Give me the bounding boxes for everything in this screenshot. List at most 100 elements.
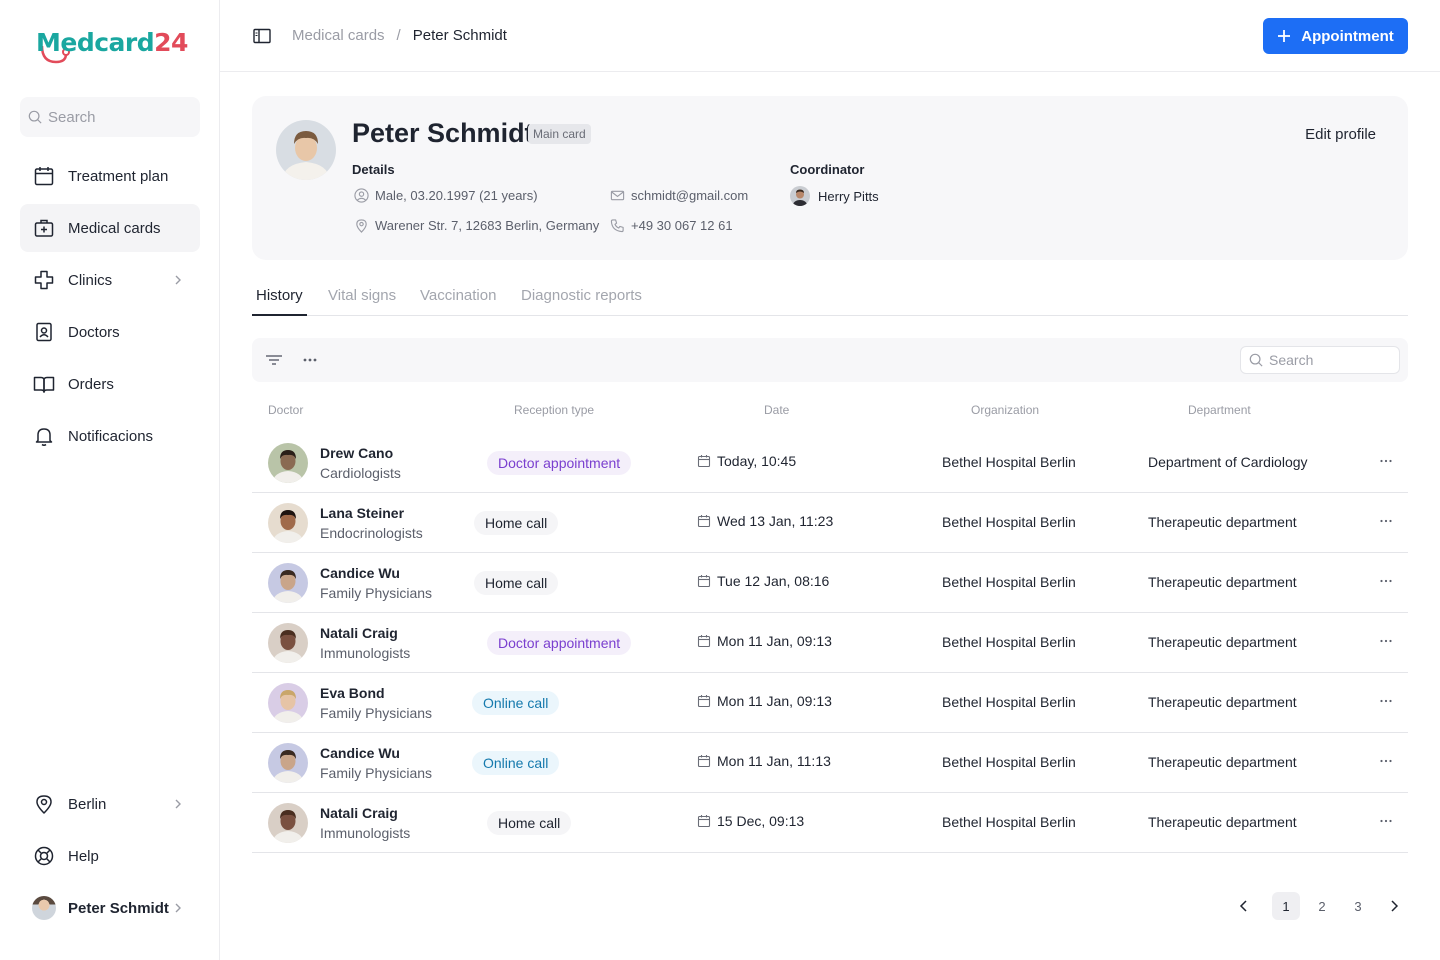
table-row[interactable]: Lana Steiner Endocrinologists Home call Wed… <box>252 493 1408 553</box>
sidebar-item-location[interactable]: Berlin <box>20 780 200 828</box>
row-more-icon[interactable] <box>1378 813 1394 832</box>
doctor-name[interactable]: Lana Steiner <box>320 505 404 521</box>
column-department[interactable]: Department <box>1188 403 1251 417</box>
row-more-icon[interactable] <box>1378 453 1394 472</box>
column-doctor[interactable]: Doctor <box>268 403 303 417</box>
doctor-name[interactable]: Candice Wu <box>320 565 400 581</box>
page-3[interactable]: 3 <box>1344 892 1372 920</box>
sidebar-item-user-profile[interactable]: Peter Schmidt <box>20 884 200 932</box>
doctor-name[interactable]: Natali Craig <box>320 805 398 821</box>
table-row[interactable]: Natali Craig Immunologists Home call 15 Dec… <box>252 793 1408 853</box>
edit-profile-button[interactable]: Edit profile <box>1305 126 1376 143</box>
sidebar-item-label: Help <box>68 847 99 865</box>
calendar-icon <box>697 815 711 828</box>
sidebar-item-treatment-plan[interactable]: Treatment plan <box>20 152 200 200</box>
badge-icon <box>32 320 56 344</box>
row-more-icon[interactable] <box>1378 753 1394 772</box>
table-row[interactable]: Eva Bond Family Physicians Online call Mon … <box>252 673 1408 733</box>
doctor-name[interactable]: Eva Bond <box>320 685 385 701</box>
table-row[interactable]: Candice Wu Family Physicians Online call Mo… <box>252 733 1408 793</box>
sidebar-item-medical-cards[interactable]: Medical cards <box>20 204 200 252</box>
date-text: Mon 11 Jan, 09:13 <box>717 693 832 709</box>
coordinator[interactable]: Herry Pitts <box>790 186 879 206</box>
column-reception-type[interactable]: Reception type <box>514 403 594 417</box>
calendar-icon <box>697 635 711 648</box>
column-date[interactable]: Date <box>764 403 789 417</box>
sidebar-item-orders[interactable]: Orders <box>20 360 200 408</box>
date-text: Today, 10:45 <box>717 453 797 469</box>
calendar-icon <box>32 164 56 188</box>
sidebar-item-label: Berlin <box>68 795 107 813</box>
sidebar-search[interactable] <box>20 97 200 137</box>
appointment-date: Today, 10:45 <box>697 453 796 469</box>
doctor-avatar <box>268 563 308 603</box>
table-row[interactable]: Candice Wu Family Physicians Home call Tue … <box>252 553 1408 613</box>
doctor-specialty: Cardiologists <box>320 465 401 481</box>
sidebar-toggle-icon[interactable] <box>252 26 272 49</box>
doctor-name[interactable]: Candice Wu <box>320 745 400 761</box>
more-options-icon[interactable] <box>300 350 320 373</box>
appointment-date: Mon 11 Jan, 09:13 <box>697 633 832 649</box>
filter-icon[interactable] <box>264 350 284 373</box>
appointment-button-label: Appointment <box>1301 27 1394 45</box>
page-2[interactable]: 2 <box>1308 892 1336 920</box>
patient-avatar <box>276 120 336 180</box>
gender-dob-text: Male, 03.20.1997 (21 years) <box>375 188 538 203</box>
patient-email[interactable]: schmidt@gmail.com <box>610 188 748 203</box>
search-icon <box>1249 353 1263 367</box>
mail-icon <box>610 190 625 201</box>
page-1[interactable]: 1 <box>1272 892 1300 920</box>
history-search[interactable] <box>1240 346 1400 374</box>
row-more-icon[interactable] <box>1378 573 1394 592</box>
reception-type-badge: Home call <box>474 511 559 535</box>
doctor-name[interactable]: Natali Craig <box>320 625 398 641</box>
sidebar-item-doctors[interactable]: Doctors <box>20 308 200 356</box>
patient-address: Warener Str. 7, 12683 Berlin, Germany <box>354 218 599 233</box>
prev-page-icon[interactable] <box>1230 892 1258 920</box>
row-more-icon[interactable] <box>1378 513 1394 532</box>
patient-phone[interactable]: +49 30 067 12 61 <box>610 218 733 233</box>
row-more-icon[interactable] <box>1378 693 1394 712</box>
email-text: schmidt@gmail.com <box>631 188 749 203</box>
tab-diagnostic-reports[interactable]: Diagnostic reports <box>517 287 646 316</box>
tab-vaccination[interactable]: Vaccination <box>416 287 500 316</box>
location-icon <box>356 219 367 233</box>
sidebar: Medcard24 Treatment plan Medical cards C… <box>0 0 220 960</box>
date-text: Mon 11 Jan, 09:13 <box>717 633 832 649</box>
sidebar-item-notifications[interactable]: Notificacions <box>20 412 200 460</box>
doctor-specialty: Immunologists <box>320 645 411 661</box>
tab-vital-signs[interactable]: Vital signs <box>324 287 400 316</box>
table-header: Doctor Reception type Date Organization … <box>252 400 1408 420</box>
sidebar-item-clinics[interactable]: Clinics <box>20 256 200 304</box>
logo-edcard: edcard <box>60 28 155 57</box>
sidebar-nav: Treatment plan Medical cards Clinics Doc… <box>20 152 200 464</box>
tab-history[interactable]: History <box>252 287 307 316</box>
pagination: 1 2 3 <box>1222 892 1408 920</box>
table-row[interactable]: Drew Cano Cardiologists Doctor appointment… <box>252 433 1408 493</box>
appointment-date: Mon 11 Jan, 11:13 <box>697 753 831 769</box>
phone-text: +49 30 067 12 61 <box>631 218 733 233</box>
topbar: Medical cards / Peter Schmidt Appointmen… <box>220 0 1440 72</box>
breadcrumb-medical-cards[interactable]: Medical cards <box>292 27 385 44</box>
sidebar-item-help[interactable]: Help <box>20 832 200 880</box>
medcard24-logo[interactable]: Medcard24 <box>36 26 188 70</box>
logo-24: 24 <box>154 28 188 57</box>
column-organization[interactable]: Organization <box>971 403 1039 417</box>
table-row[interactable]: Natali Craig Immunologists Doctor appointm… <box>252 613 1408 673</box>
history-search-input[interactable] <box>1269 352 1389 368</box>
doctor-avatar <box>268 803 308 843</box>
date-text: Wed 13 Jan, 11:23 <box>717 513 834 529</box>
row-more-icon[interactable] <box>1378 633 1394 652</box>
sidebar-item-label: Peter Schmidt <box>68 899 169 917</box>
sidebar-item-label: Doctors <box>68 323 120 341</box>
reception-type-badge: Online call <box>472 691 560 715</box>
coordinator-label: Coordinator <box>790 162 865 177</box>
sidebar-search-input[interactable] <box>48 108 188 126</box>
department: Therapeutic department <box>1148 514 1297 530</box>
next-page-icon[interactable] <box>1380 892 1408 920</box>
department: Therapeutic department <box>1148 634 1297 650</box>
doctor-name[interactable]: Drew Cano <box>320 445 393 461</box>
add-appointment-button[interactable]: Appointment <box>1263 18 1408 54</box>
patient-name: Peter Schmidt <box>352 118 534 148</box>
doctor-avatar <box>268 743 308 783</box>
